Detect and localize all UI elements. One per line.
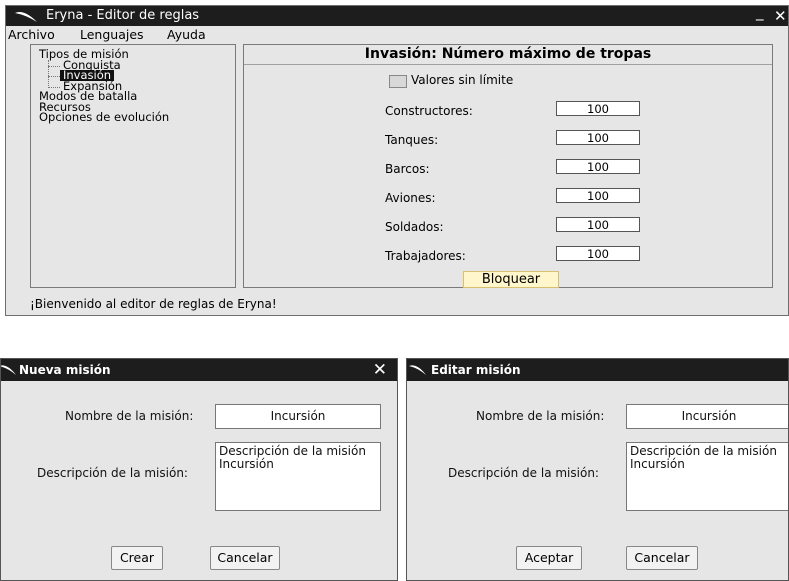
tree-item-opciones-de-evolucion[interactable]: Opciones de evolución [39, 111, 169, 123]
menu-ayuda[interactable]: Ayuda [167, 27, 206, 42]
field-input-trabajadores[interactable]: 100 [556, 246, 640, 261]
rules-tree: Tipos de misión Conquista Invasión Expan… [30, 44, 236, 288]
field-input-barcos[interactable]: 100 [556, 159, 640, 174]
panel-heading: Invasión: Número máximo de tropas [244, 45, 772, 65]
edit-dialog-titlebar: Editar misión [407, 359, 788, 381]
edit-name-input[interactable]: Incursión [626, 404, 788, 429]
new-dialog-titlebar: Nueva misión ✕ [1, 359, 397, 381]
new-mission-dialog: Nueva misión ✕ Nombre de la misión: Incu… [0, 358, 398, 581]
tree-branch-line [48, 87, 60, 88]
close-icon[interactable]: ✕ [373, 360, 387, 380]
feather-logo-icon [15, 12, 37, 22]
feather-logo-icon [1, 365, 16, 375]
main-titlebar: Eryna - Editor de reglas _ ✕ [6, 6, 788, 26]
edit-desc-textarea[interactable]: Descripción de la misión Incursión [626, 442, 788, 511]
tree-branch-line [48, 66, 60, 67]
field-label-barcos: Barcos: [385, 162, 430, 176]
unlimited-label: Valores sin límite [411, 73, 514, 87]
menu-lenguajes[interactable]: Lenguajes [80, 27, 144, 42]
accept-button[interactable]: Aceptar [516, 546, 582, 570]
field-input-soldados[interactable]: 100 [556, 217, 640, 232]
field-input-tanques[interactable]: 100 [556, 130, 640, 145]
edit-mission-dialog: Editar misión Nombre de la misión: Incur… [406, 358, 789, 581]
menubar: Archivo Lenguajes Ayuda [6, 26, 788, 44]
feather-logo-icon [409, 365, 426, 375]
new-dialog-title: Nueva misión [19, 363, 111, 377]
new-desc-label: Descripción de la misión: [37, 466, 188, 480]
edit-desc-label: Descripción de la misión: [448, 466, 599, 480]
main-window-title: Eryna - Editor de reglas [46, 8, 200, 23]
field-label-aviones: Aviones: [385, 191, 436, 205]
lock-button[interactable]: Bloquear [463, 271, 559, 288]
new-name-input[interactable]: Incursión [215, 404, 381, 429]
close-icon[interactable]: ✕ [774, 6, 787, 26]
field-input-constructores[interactable]: 100 [556, 101, 640, 116]
new-desc-textarea[interactable]: Descripción de la misión Incursión [215, 442, 381, 511]
tree-branch-line [48, 76, 60, 77]
minimize-icon[interactable]: _ [756, 6, 764, 22]
troops-panel: Invasión: Número máximo de tropas Valore… [243, 44, 773, 288]
cancel-button[interactable]: Cancelar [210, 546, 280, 570]
create-button[interactable]: Crear [111, 546, 163, 570]
field-input-aviones[interactable]: 100 [556, 188, 640, 203]
unlimited-checkbox[interactable] [389, 75, 407, 88]
new-name-label: Nombre de la misión: [65, 409, 194, 423]
menu-archivo[interactable]: Archivo [8, 27, 55, 42]
cancel-button[interactable]: Cancelar [626, 546, 698, 570]
tree-branch-line [48, 60, 49, 88]
edit-dialog-title: Editar misión [431, 363, 521, 377]
status-bar: ¡Bienvenido al editor de reglas de Eryna… [30, 297, 277, 311]
field-label-trabajadores: Trabajadores: [385, 249, 466, 263]
edit-name-label: Nombre de la misión: [476, 409, 605, 423]
field-label-constructores: Constructores: [385, 104, 473, 118]
field-label-tanques: Tanques: [385, 133, 439, 147]
field-label-soldados: Soldados: [385, 220, 444, 234]
